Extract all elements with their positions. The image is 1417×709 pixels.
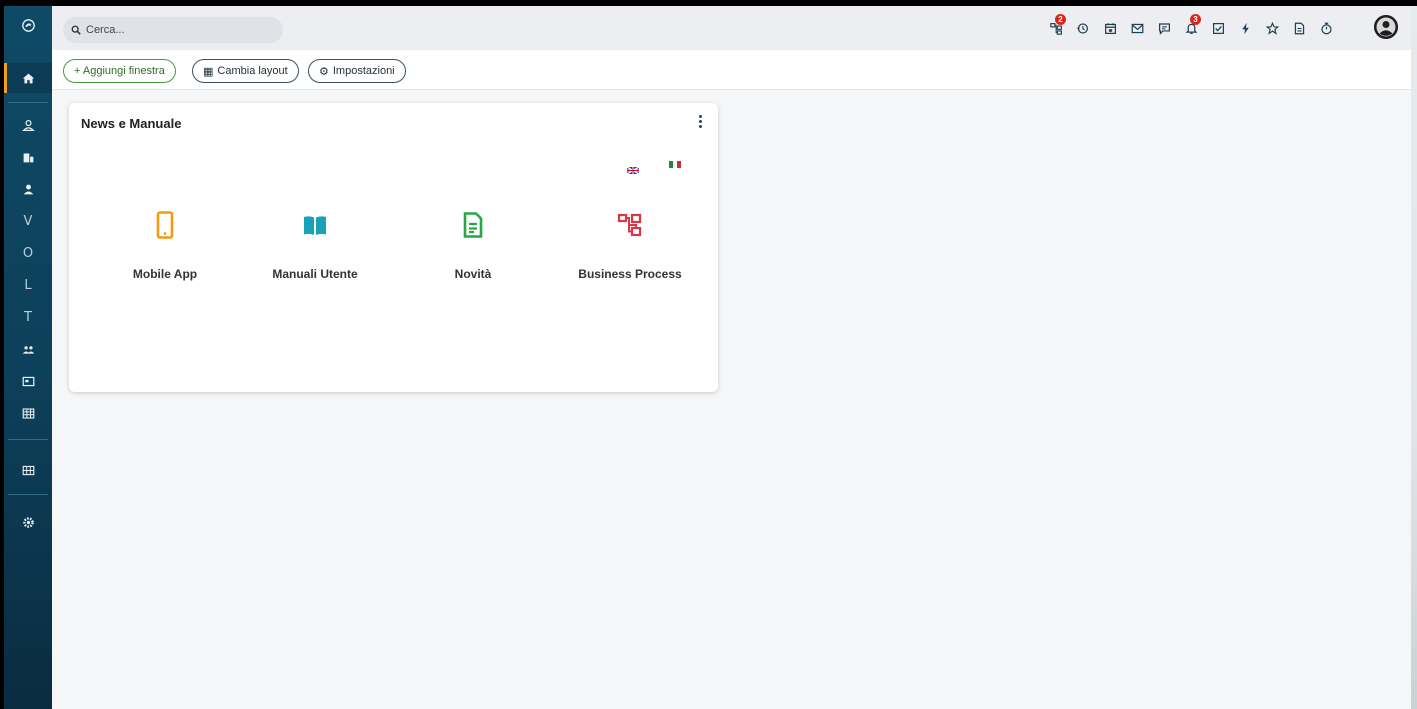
sidebar-item-groups[interactable] <box>4 334 52 364</box>
user-avatar[interactable] <box>1374 15 1398 39</box>
user-icon <box>23 184 33 194</box>
tile-mobile-app[interactable]: Mobile App <box>90 211 240 291</box>
mobile-phone-icon <box>156 211 174 239</box>
home-icon <box>22 73 34 83</box>
search-input[interactable] <box>86 24 266 36</box>
tile-label: Manuali Utente <box>272 267 358 281</box>
tile-label: Novità <box>454 267 492 281</box>
add-window-button[interactable]: + Aggiungi finestra <box>63 59 176 83</box>
grid-icon: ▦ <box>203 65 214 78</box>
uk-flag-icon[interactable] <box>626 161 640 175</box>
calendar-button[interactable] <box>1100 17 1120 39</box>
tasks-button[interactable] <box>1208 17 1228 39</box>
notifications-button[interactable]: 3 <box>1181 14 1201 39</box>
sidebar-item-companies[interactable] <box>4 142 52 172</box>
search-icon <box>71 25 81 35</box>
sidebar-letter: L <box>24 277 32 293</box>
sidebar-item-v[interactable]: V <box>4 206 52 236</box>
sidebar-item-home[interactable] <box>4 63 52 93</box>
document-icon <box>1294 22 1304 34</box>
id-card-icon <box>22 376 34 386</box>
tile-business-process[interactable]: Business Process <box>555 211 705 291</box>
gear-icon: ⚙ <box>319 65 329 78</box>
table-icon <box>22 407 34 419</box>
history-button[interactable] <box>1072 17 1092 39</box>
tile-label: Mobile App <box>132 267 198 281</box>
top-bar: 2 3 <box>52 6 1412 50</box>
widget-title: News e Manuale <box>81 116 182 131</box>
settings-button[interactable]: ⚙ Impostazioni <box>308 59 406 83</box>
sidebar-divider <box>8 494 48 495</box>
avatar-icon <box>1374 15 1398 39</box>
sidebar-item-cards[interactable] <box>4 366 52 396</box>
open-book-icon <box>304 216 326 235</box>
sidebar-letter: O <box>22 245 34 261</box>
tile-user-manuals[interactable]: Manuali Utente <box>240 211 390 291</box>
checkbox-icon <box>1212 22 1224 34</box>
sidebar-item-grid[interactable] <box>4 455 52 485</box>
building-icon <box>23 152 33 162</box>
timer-button[interactable] <box>1316 17 1336 39</box>
quick-actions-button[interactable] <box>1235 17 1255 39</box>
sidebar-divider <box>8 439 48 440</box>
messages-button[interactable] <box>1154 17 1174 39</box>
change-layout-button[interactable]: ▦ Cambia layout <box>192 59 299 83</box>
document-icon <box>463 212 483 238</box>
group-icon <box>22 345 34 354</box>
documents-button[interactable] <box>1289 17 1309 39</box>
sidebar-item-l[interactable]: L <box>4 270 52 300</box>
workflow-badge: 2 <box>1055 14 1066 25</box>
sidebar-item-table[interactable] <box>4 398 52 428</box>
tile-news[interactable]: Novità <box>398 211 548 291</box>
user-outline-icon <box>21 119 35 131</box>
grid-icon <box>22 465 34 475</box>
workflow-button[interactable]: 2 <box>1046 14 1066 39</box>
sidebar-item-users[interactable] <box>4 174 52 204</box>
sidebar-item-o[interactable]: O <box>4 238 52 268</box>
history-icon <box>1076 22 1088 34</box>
news-widget: News e Manuale Mobile App Manuali Utente… <box>69 103 718 392</box>
change-layout-label: Cambia layout <box>217 65 288 77</box>
tile-label: Business Process <box>578 267 682 281</box>
mail-icon <box>1131 23 1143 33</box>
stopwatch-icon <box>1320 22 1332 34</box>
settings-label: Impostazioni <box>332 65 395 77</box>
app-window: V O L T Cerca... 2 3 + Aggiungi finestra… <box>4 6 1412 709</box>
add-window-label: + Aggiungi finestra <box>74 65 165 77</box>
star-icon <box>1265 21 1279 35</box>
window-edge <box>1411 6 1417 709</box>
italy-flag-icon[interactable] <box>669 161 681 168</box>
favorites-button[interactable] <box>1262 17 1282 39</box>
mail-button[interactable] <box>1127 17 1147 39</box>
lightning-icon <box>1241 22 1249 34</box>
chat-icon <box>1158 22 1170 35</box>
sidebar-letter: T <box>24 309 32 325</box>
gear-icon <box>22 516 34 528</box>
sidebar-item-settings[interactable] <box>4 507 52 537</box>
calendar-icon <box>1104 22 1116 34</box>
sidebar-letter: V <box>23 213 33 229</box>
more-options-icon[interactable] <box>696 114 704 130</box>
app-logo-icon[interactable] <box>4 10 52 40</box>
sidebar: V O L T <box>4 6 52 709</box>
process-tree-icon <box>617 213 642 237</box>
sidebar-item-t[interactable]: T <box>4 302 52 332</box>
sidebar-item-contacts[interactable] <box>4 110 52 140</box>
notifications-badge: 3 <box>1190 14 1201 25</box>
search-box[interactable] <box>63 17 283 43</box>
sidebar-divider <box>8 102 48 103</box>
dashboard-toolbar: + Aggiungi finestra ▦ Cambia layout ⚙ Im… <box>52 50 1412 90</box>
